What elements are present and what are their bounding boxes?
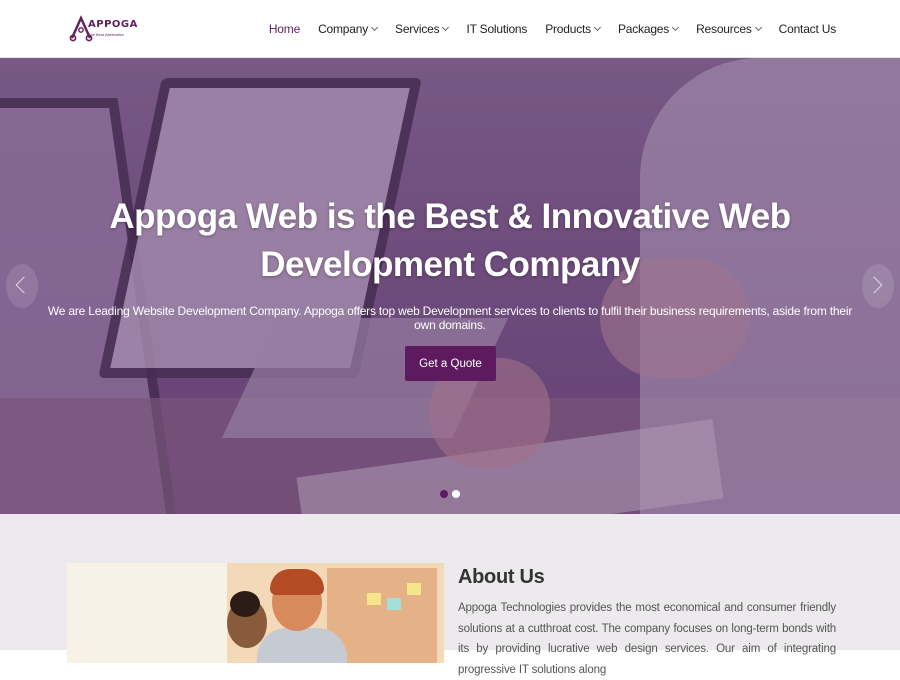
logo[interactable]: APPOGA The Best Alternative xyxy=(68,14,137,44)
carousel-next-arrow-icon[interactable] xyxy=(862,264,894,308)
nav-item-label: Contact Us xyxy=(778,22,837,36)
chevron-down-icon xyxy=(370,23,379,32)
carousel-dot-2[interactable] xyxy=(452,490,460,498)
chevron-down-icon xyxy=(672,23,680,32)
nav-item-label: Home xyxy=(268,22,301,36)
hero-carousel: Appoga Web is the Best & Innovative Web … xyxy=(0,58,900,514)
about-text: Appoga Technologies provides the most ec… xyxy=(458,602,836,676)
about-title: About Us xyxy=(458,566,545,588)
nav-item-label: Resources xyxy=(696,22,752,36)
hero-title: Appoga Web is the Best & Innovative Web … xyxy=(109,197,791,284)
nav-item-label: Products xyxy=(545,22,591,36)
nav-item-company[interactable]: Company xyxy=(318,22,379,36)
nav-item-contact-us[interactable]: Contact Us xyxy=(778,22,837,36)
nav-item-label: Company xyxy=(318,22,369,36)
nav-item-packages[interactable]: Packages xyxy=(617,22,680,36)
about-section: About Us Appoga Technologies provides th… xyxy=(0,514,900,676)
get-a-quote-button[interactable]: Get a Quote xyxy=(405,346,496,381)
carousel-prev-arrow-icon[interactable] xyxy=(6,264,38,308)
chevron-down-icon xyxy=(593,23,602,32)
chevron-down-icon xyxy=(754,23,762,32)
nav-item-home[interactable]: Home xyxy=(269,22,300,36)
carousel-indicators xyxy=(440,490,460,498)
main-nav: Home Company Services IT Solutions Products P… xyxy=(251,0,836,58)
about-image xyxy=(67,563,444,663)
site-header: APPOGA The Best Alternative Home Company S… xyxy=(0,0,900,58)
nav-item-services[interactable]: Services xyxy=(395,22,450,36)
nav-item-label: Packages xyxy=(617,22,670,36)
nav-item-label: Services xyxy=(395,22,440,36)
hero-subtitle: We are Leading Website Development Compa… xyxy=(47,304,853,332)
logo-tagline: The Best Alternative xyxy=(88,32,124,37)
chevron-down-icon xyxy=(442,23,450,32)
nav-item-resources[interactable]: Resources xyxy=(696,22,762,36)
logo-name: APPOGA xyxy=(88,19,138,30)
nav-item-products[interactable]: Products xyxy=(545,22,602,36)
nav-item-it-solutions[interactable]: IT Solutions xyxy=(466,22,527,36)
carousel-dot-1[interactable] xyxy=(440,490,448,498)
nav-item-label: IT Solutions xyxy=(466,22,528,36)
